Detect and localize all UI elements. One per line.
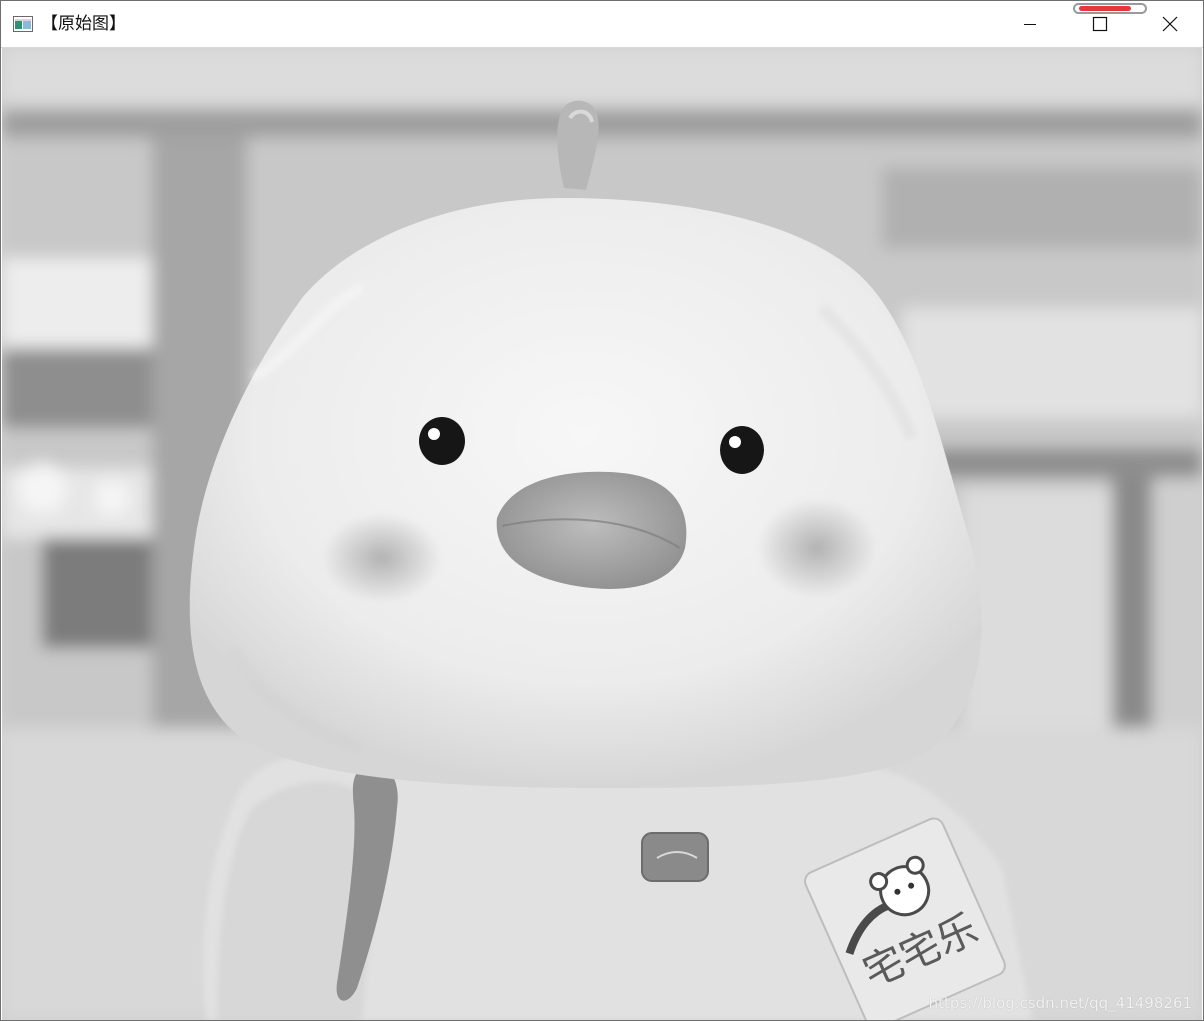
image-display: 宅宅乐 https://blog.csdn.net/qq_41498261 <box>2 48 1202 1020</box>
window-title: 【原始图】 <box>41 14 126 34</box>
maximize-icon <box>1092 16 1108 32</box>
minimize-icon <box>1024 24 1036 25</box>
minimize-button[interactable] <box>995 1 1065 47</box>
app-icon <box>13 16 33 32</box>
title-bar[interactable]: 【原始图】 <box>1 1 1203 48</box>
plush-chick-photo: 宅宅乐 <box>2 48 1202 1020</box>
image-window: 【原始图】 宅宅乐 https://blog.csdn.net/qq_41498… <box>0 0 1204 1021</box>
close-icon <box>1162 16 1178 32</box>
maximize-button[interactable] <box>1065 1 1135 47</box>
watermark-text: https://blog.csdn.net/qq_41498261 <box>928 994 1192 1012</box>
close-button[interactable] <box>1135 1 1203 47</box>
